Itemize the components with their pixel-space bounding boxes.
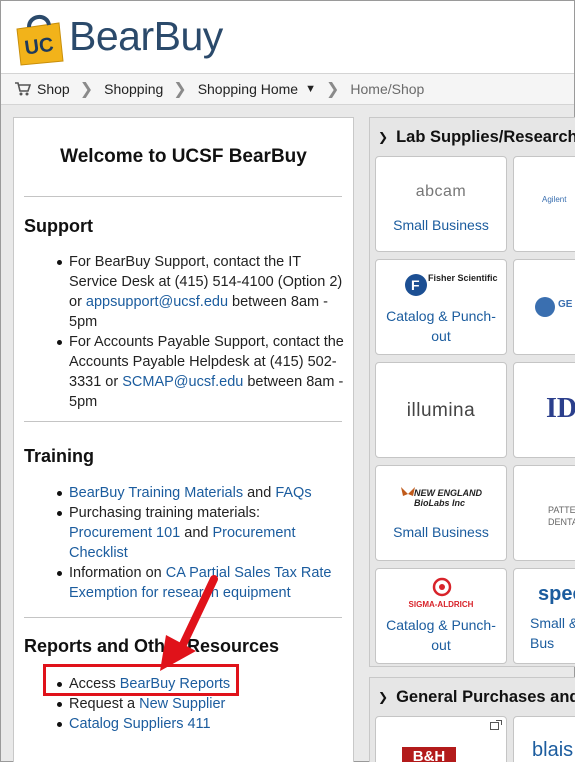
catalog-section-general: ❯ General Purchases and B&H blais [369,677,575,762]
blais-logo: blais [532,739,574,761]
tile-label: Small & Bus [530,615,575,651]
shopping-bag-logo-icon: UC [16,15,64,66]
ge-logo-icon [535,297,555,317]
supplier-tile-neb[interactable]: NEW ENGLAND BioLabs Inc Small Business [375,465,507,561]
support-list: For BearBuy Support, contact the IT Serv… [24,252,344,412]
supplier-tile-bh[interactable]: B&H [375,716,507,762]
ge-logo: GE [558,299,573,310]
annotation-arrow-icon [160,575,218,671]
supplier-tile-ge[interactable]: GE [513,259,575,355]
catalog-suppliers-link[interactable]: Catalog Suppliers 411 [69,716,211,732]
training-text: and [180,525,213,541]
chevron-right-icon: ❯ [79,81,94,98]
supplier-tile-fisher[interactable]: F Fisher Scientific Catalog & Punch-out [375,259,507,355]
catalog-section-lab: ❯ Lab Supplies/Research abcam Small Busi… [369,117,575,667]
breadcrumb-label: Shop [37,81,70,97]
divider [24,196,342,197]
breadcrumb-home-shop: Home/Shop [350,81,424,97]
training-materials-link[interactable]: BearBuy Training Materials [69,485,243,501]
list-item: For BearBuy Support, contact the IT Serv… [24,252,344,332]
tile-label: Small Business [393,217,489,233]
supplier-tile-spec[interactable]: spec Small & Bus [513,568,575,664]
caret-down-icon[interactable]: ▼ [305,83,316,95]
scmap-email-link[interactable]: SCMAP@ucsf.edu [122,374,243,390]
chevron-right-icon: ❯ [173,81,187,98]
supplier-tile-sigma[interactable]: SIGMA-ALDRICH Catalog & Punch-out [375,568,507,664]
supplier-tile-abcam[interactable]: abcam Small Business [375,156,507,252]
breadcrumb-shopping[interactable]: Shopping [104,81,163,97]
abcam-logo: abcam [415,183,467,200]
list-item: BearBuy Training Materials and FAQs [24,483,344,503]
support-title: Support [24,216,93,236]
svg-text:UC: UC [23,34,55,60]
supplier-tile-blais[interactable]: blais [513,716,575,762]
neb-logo: NEW ENGLAND BioLabs Inc [414,488,482,508]
welcome-title: Welcome to UCSF BearBuy [60,146,307,167]
supplier-tile-idt[interactable]: ID [513,362,575,458]
faqs-link[interactable]: FAQs [275,485,311,501]
tile-label: Catalog & Punch-out [386,308,496,344]
brand-name: BearBuy [69,13,223,59]
sigma-logo-text: SIGMA-ALDRICH [408,600,474,609]
supplier-tile-patterson[interactable]: PATTERSON DENTAL [513,465,575,561]
bearbuy-logo[interactable]: UC BearBuy [3,3,223,69]
list-item: Purchasing training materials: Procureme… [24,503,344,563]
fisher-logo-text: Fisher Scientific [428,273,498,283]
breadcrumb-shopping-home[interactable]: Shopping Home ▼ [198,81,316,97]
list-item: Catalog Suppliers 411 [24,714,344,734]
section-title: General Purchases and [396,687,575,706]
supplier-tile-illumina[interactable]: illumina [375,362,507,458]
reports-title: Reports and Other Resources [24,636,280,656]
external-link-icon [490,720,502,730]
training-text: Information on [69,565,166,581]
agilent-logo: Agilent [542,195,567,204]
sigma-logo-icon [432,577,452,597]
divider [24,421,342,422]
list-item: Request a New Supplier [24,694,344,714]
chevron-down-icon: ❯ [378,130,389,144]
training-text: and [243,485,276,501]
training-text: Purchasing training materials: [69,505,261,521]
breadcrumb-label: Home/Shop [350,81,425,97]
section-title: Lab Supplies/Research [396,127,575,146]
app-header: UC BearBuy [1,1,574,73]
tile-label: Small Business [393,524,489,540]
appsupport-email-link[interactable]: appsupport@ucsf.edu [86,294,228,310]
new-supplier-link[interactable]: New Supplier [139,696,225,712]
training-title: Training [24,446,95,466]
reports-text: Request a [69,696,140,712]
breadcrumb-label: Shopping [104,81,164,97]
procurement-101-link[interactable]: Procurement 101 [69,525,180,541]
general-purchases-header[interactable]: ❯ General Purchases and [370,684,575,710]
supplier-tile-agilent[interactable]: Agilent [513,156,575,252]
list-item: For Accounts Payable Support, contact th… [24,332,344,412]
illumina-logo: illumina [406,400,476,421]
breadcrumb-shop[interactable]: Shop [15,81,70,97]
tile-label: Catalog & Punch-out [386,617,496,653]
breadcrumb-label: Shopping Home [197,81,299,97]
patterson-logo: PATTERSON DENTAL [548,505,575,527]
idt-logo: ID [546,393,575,424]
lab-supplies-header[interactable]: ❯ Lab Supplies/Research [370,124,575,150]
chevron-right-icon: ❯ [325,81,340,98]
chevron-down-icon: ❯ [378,690,389,704]
cart-icon [15,82,31,96]
spec-logo: spec [538,583,575,605]
breadcrumb: Shop ❯ Shopping ❯ Shopping Home ▼ ❯ Home… [1,73,574,105]
svg-text:F: F [411,277,420,293]
bh-logo: B&H [402,747,456,762]
